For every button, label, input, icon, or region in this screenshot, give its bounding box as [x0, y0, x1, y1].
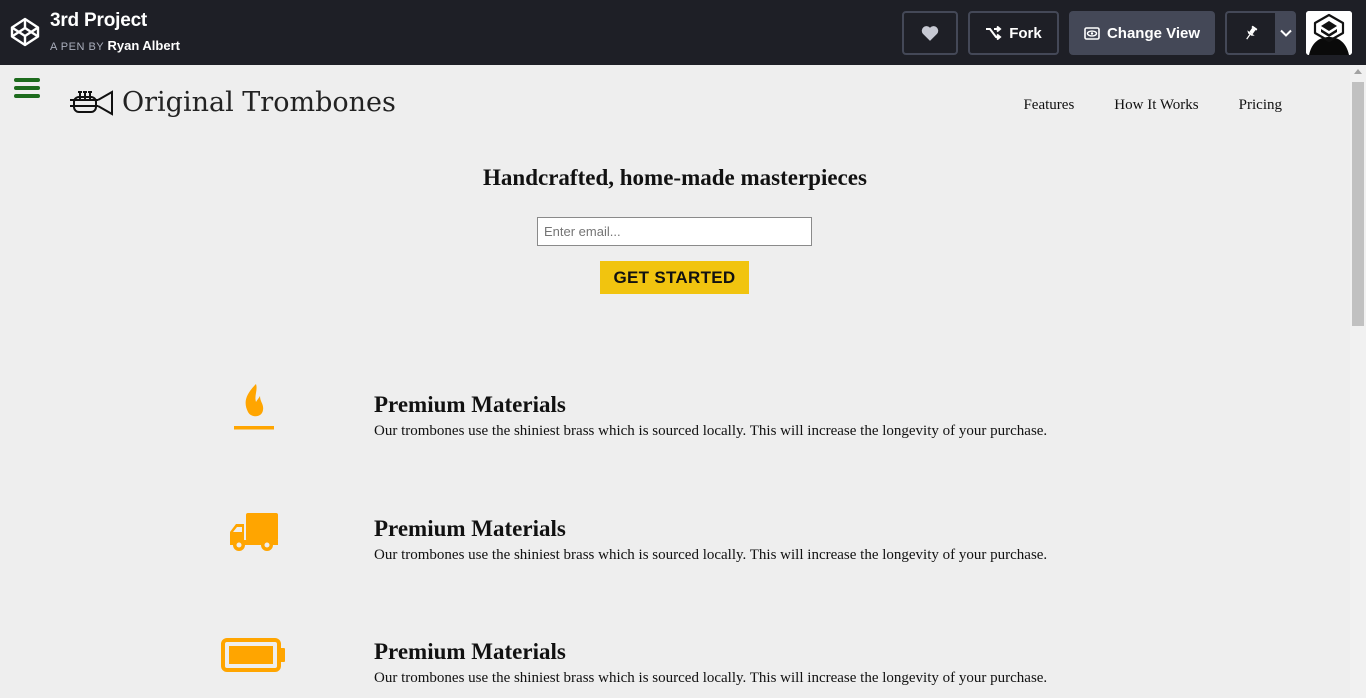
email-input[interactable] [537, 217, 812, 246]
user-avatar[interactable] [1306, 11, 1352, 55]
pin-button[interactable] [1225, 11, 1275, 55]
fork-icon [986, 26, 1002, 40]
logo-text: Original Trombones [122, 87, 396, 118]
truck-icon [204, 502, 304, 562]
feature-item: Premium Materials Our trombones use the … [0, 378, 1350, 458]
pin-dropdown-button[interactable] [1275, 11, 1296, 55]
byline-prefix: A PEN BY [50, 41, 105, 53]
chevron-down-icon [1279, 29, 1292, 37]
pen-title: 3rd Project [50, 10, 148, 31]
feature-text: Our trombones use the shiniest brass whi… [374, 423, 1048, 439]
pen-byline: A PEN BY Ryan Albert [50, 38, 180, 53]
feature-text: Our trombones use the shiniest brass whi… [374, 547, 1048, 563]
codepen-header: 3rd Project A PEN BY Ryan Albert Fork Ch… [0, 0, 1366, 65]
feature-item: Premium Materials Our trombones use the … [0, 625, 1350, 698]
pen-preview: Original Trombones Features How It Works… [0, 65, 1350, 698]
change-view-button[interactable]: Change View [1069, 11, 1215, 55]
feature-item: Premium Materials Our trombones use the … [0, 502, 1350, 582]
like-button[interactable] [902, 11, 958, 55]
fork-label: Fork [1009, 24, 1042, 42]
get-started-button[interactable]: GET STARTED [600, 261, 749, 294]
nav-link-pricing[interactable]: Pricing [1239, 97, 1282, 114]
hero-title: Handcrafted, home-made masterpieces [483, 165, 867, 190]
feature-text: Our trombones use the shiniest brass whi… [374, 670, 1048, 686]
feature-title: Premium Materials [374, 516, 566, 541]
fire-icon [204, 378, 304, 438]
feature-title: Premium Materials [374, 392, 566, 417]
avatar-image [1306, 11, 1352, 55]
eye-icon [1084, 26, 1100, 40]
nav-link-features[interactable]: Features [1023, 97, 1074, 114]
nav-link-how-it-works[interactable]: How It Works [1114, 97, 1198, 114]
codepen-logo-icon[interactable] [9, 16, 41, 48]
feature-title: Premium Materials [374, 639, 566, 664]
scroll-up-arrow-icon[interactable] [1354, 69, 1362, 74]
scrollbar-thumb[interactable] [1352, 82, 1364, 326]
site-logo[interactable]: Original Trombones [68, 87, 396, 118]
battery-icon [204, 625, 304, 685]
heart-icon [921, 26, 939, 41]
main-nav: Features How It Works Pricing [1023, 97, 1282, 114]
change-view-label: Change View [1106, 24, 1201, 42]
author-link[interactable]: Ryan Albert [107, 38, 179, 53]
pin-icon [1246, 25, 1258, 40]
hamburger-menu-icon[interactable] [14, 78, 40, 100]
fork-button[interactable]: Fork [968, 11, 1059, 55]
trumpet-logo-icon [70, 89, 113, 116]
